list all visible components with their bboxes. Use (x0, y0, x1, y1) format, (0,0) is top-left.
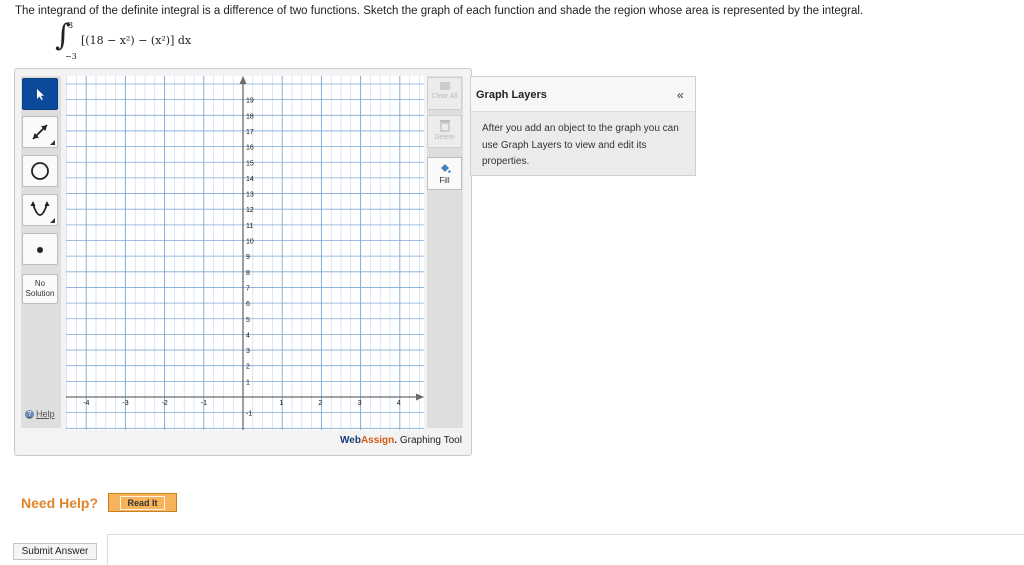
graph-layers-title: Graph Layers (476, 89, 547, 101)
y-tick-label: 2 (246, 364, 250, 371)
x-tick-label: 2 (318, 400, 322, 407)
x-tick-label: 1 (279, 400, 283, 407)
y-tick-label: 17 (246, 129, 254, 136)
integrand: [(18 − x²) − (x²)] dx (81, 34, 192, 47)
tick-labels: -4 -3 -2 -1 1 2 3 41918171615141312111098765432… (83, 98, 401, 418)
circle-tool-button[interactable] (22, 155, 58, 187)
fill-label: Fill (439, 176, 450, 185)
x-tick-label: -2 (162, 400, 168, 407)
submit-answer-button[interactable]: Submit Answer (13, 543, 97, 560)
point-tool-icon (37, 247, 43, 253)
x-axis-arrow (416, 393, 424, 401)
y-tick-label: 1 (246, 379, 250, 386)
pointer-icon (37, 89, 44, 100)
x-tick-label: 3 (358, 400, 362, 407)
delete-label: Delete (434, 134, 455, 141)
fill-button[interactable]: Fill (427, 157, 462, 190)
line-tool-icon (32, 124, 48, 140)
integral-upper-limit: 3 (68, 21, 74, 30)
x-tick-label: -3 (122, 400, 128, 407)
y-tick-label: 12 (246, 207, 254, 214)
y-tick-label: 9 (246, 254, 250, 261)
read-it-button[interactable]: Read It (108, 493, 177, 512)
x-tick-label: -1 (201, 400, 207, 407)
line-tool-button[interactable] (22, 116, 58, 148)
parabola-tool-icon (30, 201, 50, 216)
collapse-icon[interactable]: « (677, 88, 684, 102)
paint-bucket-icon (440, 164, 451, 173)
integral-lower-limit: −3 (65, 52, 77, 61)
trash-icon (439, 120, 450, 132)
graph-layers-header: Graph Layers « (471, 77, 695, 112)
need-help-label: Need Help? (21, 495, 99, 511)
y-tick-label: 19 (246, 98, 254, 105)
y-tick-label: 4 (246, 332, 250, 339)
no-solution-button[interactable]: No Solution (22, 274, 58, 304)
y-tick-label: 8 (246, 270, 250, 277)
y-tick-label: 15 (246, 160, 254, 167)
y-tick-label: -1 (246, 411, 252, 418)
point-tool-button[interactable] (22, 233, 58, 265)
help-label: Help (36, 409, 55, 419)
y-tick-label: 3 (246, 348, 250, 355)
y-tick-label: 5 (246, 317, 250, 324)
y-tick-label: 11 (246, 223, 253, 230)
y-tick-label: 6 (246, 301, 250, 308)
integral-expression: ∫ 3 −3 [(18 − x²) − (x²)] dx (55, 18, 225, 64)
circle-tool-icon (31, 162, 49, 180)
pointer-tool-button[interactable] (22, 78, 58, 110)
delete-button[interactable]: Delete (427, 115, 462, 148)
graph-layers-description: After you add an object to the graph you… (482, 123, 679, 167)
y-tick-label: 16 (246, 145, 254, 152)
y-tick-label: 13 (246, 192, 254, 199)
clear-all-button[interactable]: Clear All (427, 77, 462, 110)
graph-canvas[interactable]: -4 -3 -2 -1 1 2 3 41918171615141312111098765432… (66, 76, 424, 430)
question-text: The integrand of the definite integral i… (15, 5, 864, 17)
clear-all-icon (439, 82, 450, 90)
x-tick-label: 4 (397, 400, 401, 407)
y-tick-label: 14 (246, 176, 254, 183)
x-tick-label: -4 (83, 400, 89, 407)
grid-lines (66, 76, 424, 430)
parabola-tool-button[interactable] (22, 194, 58, 226)
graph-layers-panel: Graph Layers « After you add an object t… (470, 76, 696, 176)
answer-divider (107, 534, 1024, 565)
help-icon: ? (25, 409, 34, 419)
help-link[interactable]: ? Help (25, 409, 55, 419)
y-tick-label: 10 (246, 239, 254, 246)
clear-all-label: Clear All (431, 93, 458, 100)
y-tick-label: 18 (246, 113, 254, 120)
y-tick-label: 7 (246, 285, 250, 292)
y-axis-arrow (239, 76, 247, 84)
webassign-brand: WebAssign. Graphing Tool (340, 435, 462, 446)
